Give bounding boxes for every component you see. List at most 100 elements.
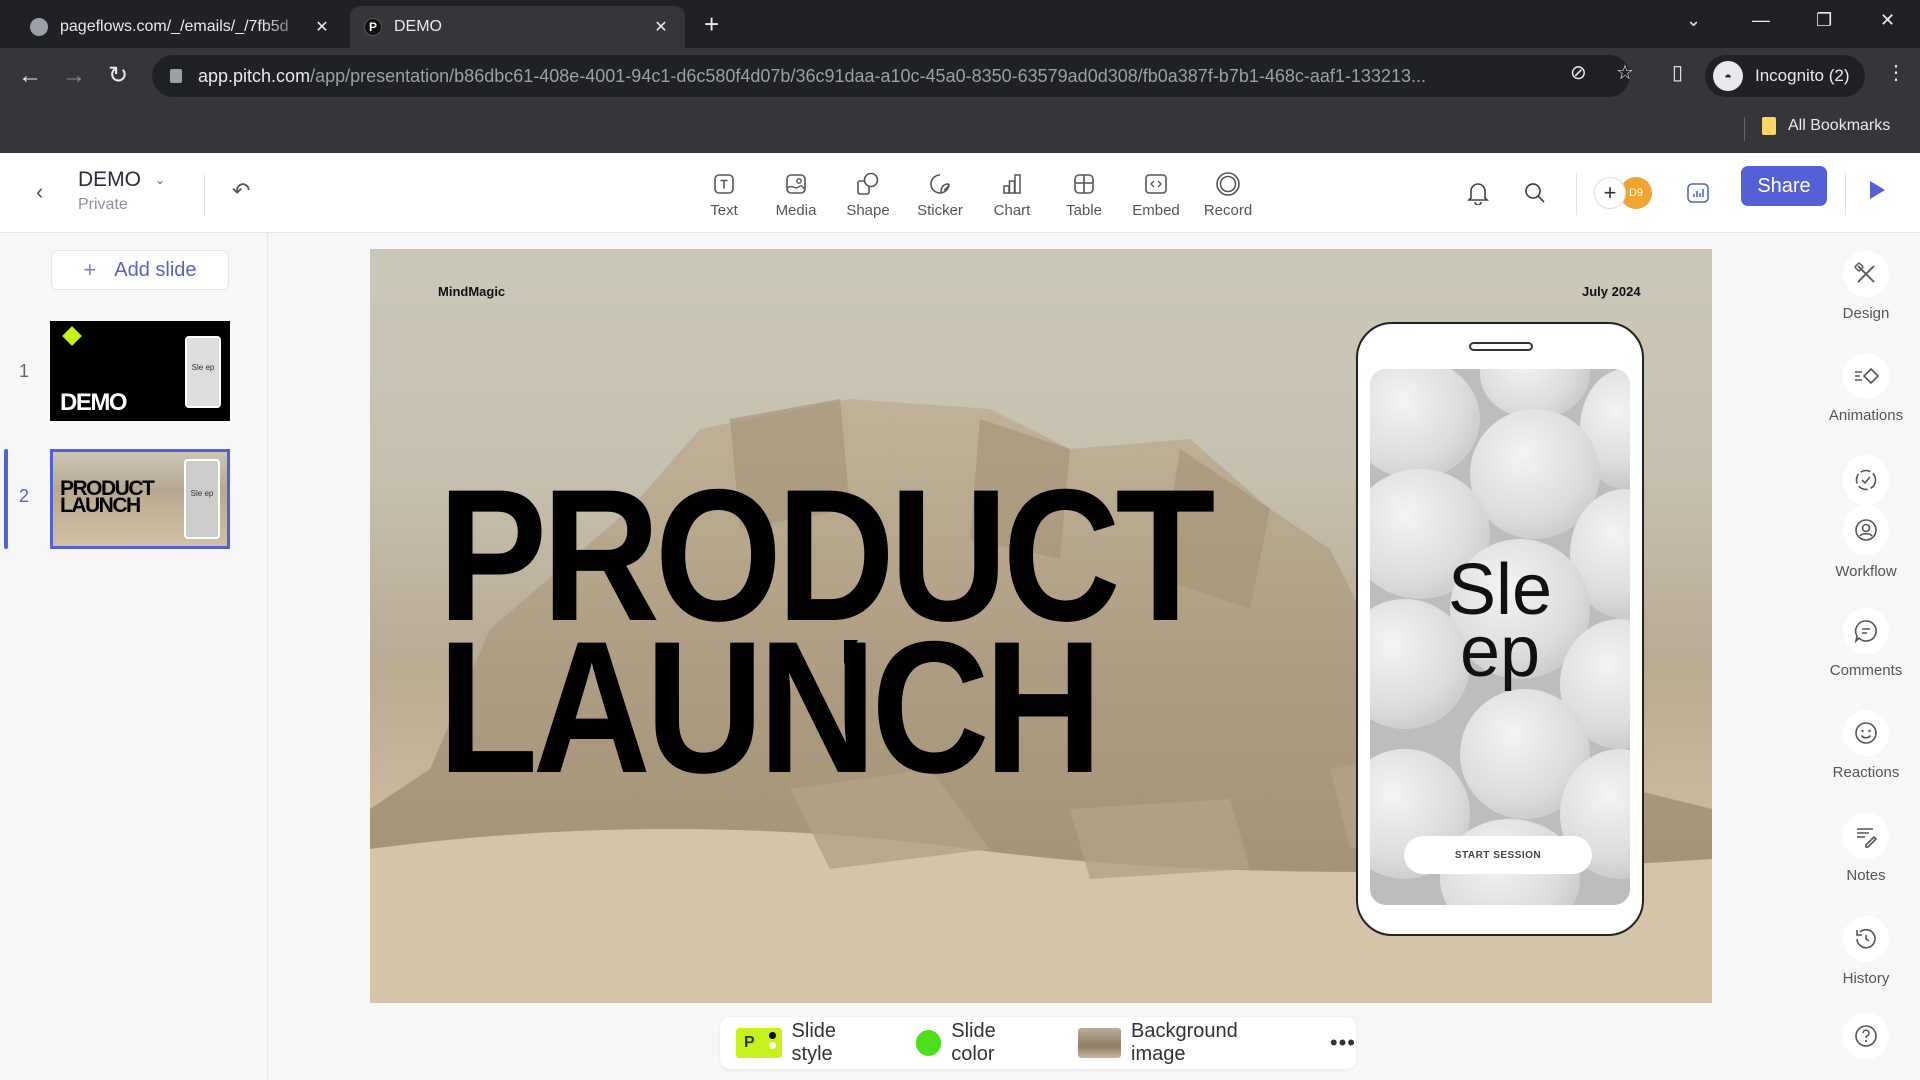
rail-history[interactable]: History [1812, 916, 1920, 987]
star-icon[interactable]: ☆ [1616, 60, 1634, 85]
tool-label: Text [710, 202, 738, 219]
help-icon [1843, 1013, 1889, 1059]
tool-text[interactable]: Text [688, 171, 760, 219]
thumb-phone: Sle ep [184, 459, 220, 539]
eye-off-icon[interactable]: ⊘ [1570, 60, 1587, 85]
search-icon[interactable] [1521, 179, 1549, 207]
workflow-icon [1843, 505, 1889, 555]
bookmarks-bar: All Bookmarks [0, 105, 1920, 153]
tool-label: Chart [993, 202, 1031, 219]
chart-icon [999, 171, 1025, 197]
minimize-icon[interactable]: — [1752, 10, 1770, 31]
rail-notes[interactable]: Notes [1812, 813, 1920, 884]
tool-embed[interactable]: Embed [1120, 171, 1192, 219]
shape-icon [855, 171, 881, 197]
analytics-icon[interactable] [1684, 179, 1712, 207]
background-image-button[interactable]: Background image [1077, 1020, 1296, 1066]
divider [1744, 117, 1745, 141]
tool-media[interactable]: Media [760, 171, 832, 219]
sphere [1370, 369, 1480, 479]
rail-reactions[interactable]: Reactions [1812, 710, 1920, 781]
more-options-icon[interactable]: ••• [1330, 1030, 1356, 1056]
tool-record[interactable]: Record [1192, 171, 1264, 219]
close-tab-icon[interactable]: ✕ [651, 17, 671, 37]
add-slide-button[interactable]: + Add slide [51, 250, 229, 290]
tool-label: Table [1066, 202, 1102, 219]
phone-title-line: ep [1459, 612, 1541, 692]
slide-canvas[interactable]: MindMagic July 2024 PRODUCT LAUNCH Sle e… [370, 249, 1712, 1003]
tool-label: Media [775, 202, 817, 219]
tool-shape[interactable]: Shape [832, 171, 904, 219]
browser-tab-demo[interactable]: P DEMO ✕ [350, 6, 685, 48]
new-tab-button[interactable]: + [704, 11, 719, 37]
side-panel-icon[interactable]: ▯ [1672, 60, 1683, 85]
mouse-cursor-icon [844, 640, 858, 664]
url-host: app.pitch.com [198, 65, 311, 86]
thumb-title: PRODUCT LAUNCH [60, 478, 155, 516]
slide-brand-text[interactable]: MindMagic [438, 284, 505, 299]
record-icon [1215, 171, 1241, 197]
incognito-profile[interactable]: ◓ Incognito (2) [1705, 55, 1865, 97]
start-session-button[interactable]: START SESSION [1404, 836, 1592, 874]
slide-title-line: LAUNCH [438, 602, 1102, 812]
browser-tab-pageflows[interactable]: pageflows.com/_/emails/_/7fb5d ✕ [16, 6, 346, 48]
tab-title: DEMO [394, 18, 442, 35]
browser-menu-icon[interactable]: ⋮ [1886, 60, 1906, 85]
rail-label: Reactions [1832, 764, 1900, 781]
reactions-icon [1843, 710, 1889, 756]
tool-sticker[interactable]: Sticker [904, 171, 976, 219]
address-bar[interactable]: app.pitch.com /app/presentation/b86dbc61… [152, 55, 1630, 97]
slide-color-button[interactable]: Slide color [915, 1020, 1044, 1066]
reload-icon[interactable]: ↻ [108, 62, 128, 90]
rail-label: Design [1842, 305, 1890, 322]
undo-icon[interactable]: ↶ [232, 178, 250, 204]
status-check-icon [1843, 455, 1889, 505]
design-icon [1843, 251, 1889, 297]
add-collaborator-button[interactable]: + [1594, 177, 1626, 209]
embed-icon [1143, 171, 1169, 197]
sticker-icon [927, 171, 953, 197]
all-bookmarks[interactable]: All Bookmarks [1762, 117, 1890, 135]
table-icon [1071, 171, 1097, 197]
rail-workflow[interactable]: Workflow [1812, 455, 1920, 580]
tab-search-icon[interactable]: ⌄ [1686, 10, 1701, 31]
rail-comments[interactable]: Comments [1812, 608, 1920, 679]
rail-animations[interactable]: Animations [1812, 353, 1920, 424]
tool-chart[interactable]: Chart [976, 171, 1048, 219]
bookmarks-label: All Bookmarks [1788, 117, 1891, 134]
restore-icon[interactable]: ❐ [1816, 10, 1832, 31]
notes-icon [1843, 813, 1889, 859]
slide-style-button[interactable]: P Slide style [736, 1020, 882, 1066]
share-button[interactable]: Share [1741, 166, 1827, 206]
phone-mockup[interactable]: Sle ep START SESSION [1356, 322, 1644, 936]
tool-table[interactable]: Table [1048, 171, 1120, 219]
help-button[interactable] [1812, 1013, 1920, 1059]
phone-title: Sle ep [1370, 554, 1630, 692]
close-tab-icon[interactable]: ✕ [312, 17, 332, 37]
plus-icon: + [83, 257, 97, 282]
right-sidebar: Design Animations Workflow Comments Reac… [1812, 233, 1920, 1080]
bell-icon[interactable] [1464, 179, 1492, 207]
slide-thumbnail-2[interactable]: PRODUCT LAUNCH Sle ep [50, 449, 230, 549]
add-slide-label: Add slide [114, 258, 197, 281]
back-icon[interactable]: ← [18, 62, 42, 90]
rail-label: Animations [1828, 407, 1904, 424]
slides-panel: + Add slide 1 DEMO Sle ep 2 PRODUCT LAUN… [0, 233, 268, 1080]
thumb-title: DEMO [60, 389, 128, 416]
chevron-down-icon[interactable]: ⌄ [155, 173, 165, 187]
play-presentation-icon[interactable] [1870, 181, 1885, 199]
slide-title[interactable]: PRODUCT LAUNCH [438, 461, 1215, 812]
comments-icon [1843, 608, 1889, 654]
slide-date-text[interactable]: July 2024 [1582, 284, 1641, 299]
rail-design[interactable]: Design [1812, 251, 1920, 322]
back-chevron-icon[interactable]: ‹ [36, 179, 43, 205]
divider [1845, 173, 1846, 215]
phone-screen: Sle ep START SESSION [1370, 369, 1630, 905]
profile-label: Incognito (2) [1755, 66, 1850, 85]
document-title[interactable]: DEMO [78, 168, 141, 192]
slide-thumbnail-1[interactable]: DEMO Sle ep [50, 321, 230, 421]
url-path: /app/presentation/b86dbc61-408e-4001-94c… [310, 65, 1426, 86]
close-window-icon[interactable]: ✕ [1880, 10, 1895, 31]
forward-icon[interactable]: → [62, 62, 86, 90]
divider [1576, 173, 1577, 215]
